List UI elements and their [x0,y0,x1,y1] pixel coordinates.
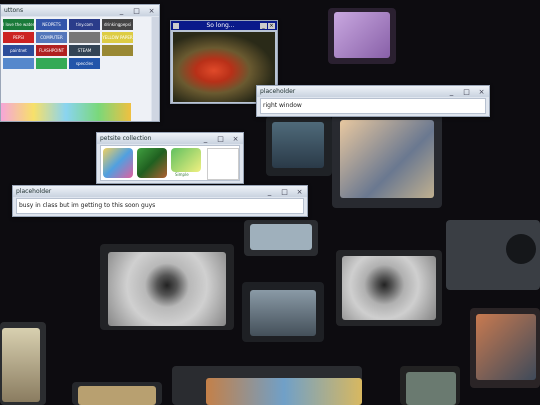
busy-window-text: busy in class but im getting to this soo… [19,202,156,209]
tv-screen-bottom-center [206,378,362,405]
right-window-title-bar[interactable]: placeholder _ □ × [257,86,489,97]
close-icon[interactable]: × [268,22,275,29]
pet-window-title-bar[interactable]: So long... _ × [171,21,277,30]
petsite-collection-window[interactable]: petsite collection _ □ × Simple [96,132,244,184]
buttons-window-title: uttons [4,7,24,14]
pet-sticker-3 [171,148,201,172]
tv-screen-bottom-small [78,386,156,405]
tv-screen-center [250,290,316,336]
minimize-icon[interactable]: _ [447,88,456,96]
web-button-badge[interactable] [3,58,34,69]
web-button-badge[interactable]: FLASHPOINT [36,45,67,56]
web-button-badge[interactable]: COMPUTER [36,32,67,43]
web-button-badge[interactable]: YELLOW PAPER [102,32,133,43]
pet-window-icon [173,22,179,29]
sticker-characters [1,103,131,121]
minimize-icon[interactable]: _ [260,22,267,29]
tv-screen-right-bottom-mid [406,372,456,405]
petsite-window-title-bar[interactable]: petsite collection _ □ × [97,133,243,144]
buttons-scrollbar[interactable] [152,17,159,121]
maximize-icon[interactable]: □ [132,7,141,15]
tv-screen-eye-left [108,252,226,326]
pet-sticker-1 [103,148,133,178]
close-icon[interactable]: × [147,7,156,15]
boombox-speaker [506,234,536,264]
close-icon[interactable]: × [477,88,486,96]
web-button-badge[interactable]: NEOPETS [36,19,67,30]
minimize-icon[interactable]: _ [265,188,274,196]
web-button-badge[interactable] [36,58,67,69]
minimize-icon[interactable]: _ [117,7,126,15]
web-button-badge[interactable]: speccles [69,58,100,69]
right-window-text: right window [263,102,302,109]
web-button-badge[interactable] [102,45,133,56]
petsite-window-content: Simple [100,145,240,181]
maximize-icon[interactable]: □ [462,88,471,96]
tv-screen-eye-right [342,256,436,320]
web-button-badge[interactable]: PEPSI [3,32,34,43]
minimize-icon[interactable]: _ [201,135,210,143]
tv-screen-people [340,120,434,198]
close-icon[interactable]: × [231,135,240,143]
maximize-icon[interactable]: □ [216,135,225,143]
tv-screen-bottom-left [2,328,40,402]
busy-window-title-bar[interactable]: placeholder _ □ × [13,186,307,197]
web-button-badge[interactable]: STEAM [69,45,100,56]
maximize-icon[interactable]: □ [280,188,289,196]
tv-screen-pink [334,12,390,58]
right-window-content: right window [260,98,486,114]
right-placeholder-window[interactable]: placeholder _ □ × right window [256,85,490,117]
right-window-title: placeholder [260,88,296,95]
web-button-badge[interactable]: drinkingpepsi [102,19,133,30]
tv-screen-small-mid [250,224,312,250]
buttons-window[interactable]: uttons _ □ × I love the water! NEOPETS tiny.… [0,4,160,122]
pet-sticker-2 [137,148,167,178]
web-button-badge[interactable]: paintnet [3,45,34,56]
pet-window-title: So long... [206,22,235,29]
close-icon[interactable]: × [295,188,304,196]
busy-window-title: placeholder [16,188,52,195]
tv-screen-bottom-right [476,314,536,380]
tv-screen-cyan [272,122,324,168]
petsite-window-title: petsite collection [100,135,152,142]
busy-placeholder-window[interactable]: placeholder _ □ × busy in class but im get… [12,185,308,217]
web-button-badge[interactable] [69,32,100,43]
busy-window-content: busy in class but im getting to this soo… [16,198,304,214]
pet-sticker-4 [207,148,239,180]
pet-sticker-caption: Simple [175,172,189,177]
buttons-window-title-bar[interactable]: uttons _ □ × [1,5,159,16]
web-button-badge[interactable]: I love the water! [3,19,34,30]
web-button-badge[interactable]: tiny.com [69,19,100,30]
buttons-grid: I love the water! NEOPETS tiny.com drinking… [1,17,151,121]
